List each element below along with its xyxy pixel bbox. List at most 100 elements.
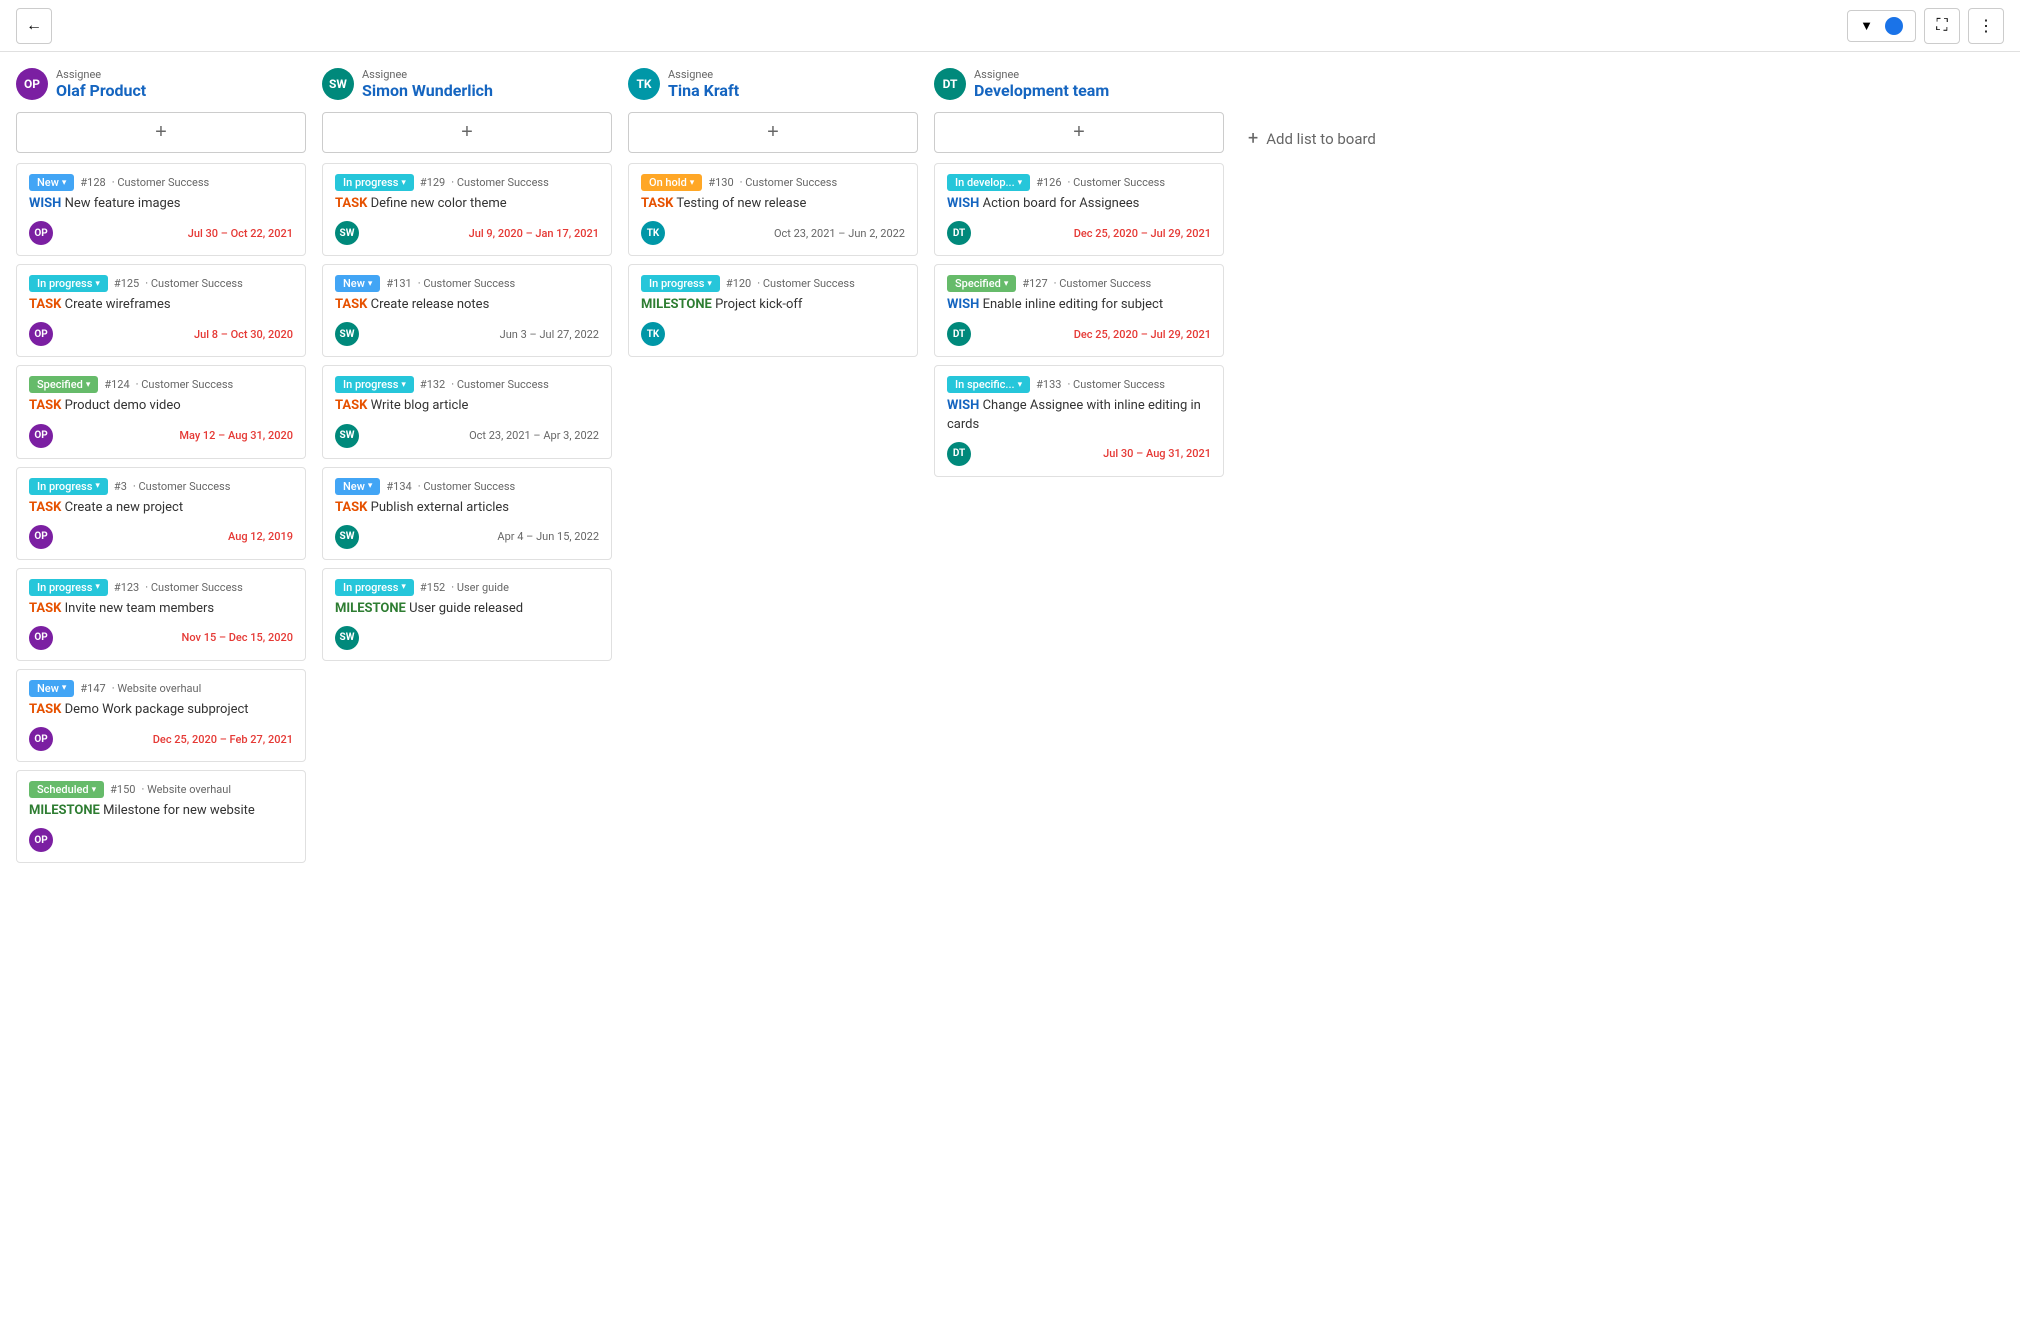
card-type: MILESTONE bbox=[641, 297, 712, 312]
card-number: #133 bbox=[1036, 378, 1061, 391]
assignee-info: Assignee Olaf Product bbox=[56, 68, 146, 100]
fullscreen-button[interactable]: ⛶ bbox=[1924, 8, 1960, 44]
card-avatar: OP bbox=[29, 322, 53, 346]
task-card[interactable]: In develop... ▾ #126 · Customer Success … bbox=[934, 163, 1224, 256]
card-type: TASK bbox=[29, 500, 61, 515]
card-meta: In progress ▾ #152 · User guide bbox=[335, 579, 599, 596]
card-avatar: DT bbox=[947, 221, 971, 245]
add-card-button[interactable]: + bbox=[934, 112, 1224, 153]
card-meta: In develop... ▾ #126 · Customer Success bbox=[947, 174, 1211, 191]
task-card[interactable]: On hold ▾ #130 · Customer Success TASK T… bbox=[628, 163, 918, 256]
card-meta: Specified ▾ #127 · Customer Success bbox=[947, 275, 1211, 292]
task-card[interactable]: New ▾ #147 · Website overhaul TASK Demo … bbox=[16, 669, 306, 762]
status-badge[interactable]: In progress ▾ bbox=[335, 376, 414, 393]
status-badge[interactable]: Specified ▾ bbox=[29, 376, 98, 393]
add-card-button[interactable]: + bbox=[628, 112, 918, 153]
status-badge[interactable]: In progress ▾ bbox=[335, 174, 414, 191]
assignee-info: Assignee Development team bbox=[974, 68, 1109, 100]
assignee-info: Assignee Tina Kraft bbox=[668, 68, 739, 100]
task-card[interactable]: Scheduled ▾ #150 · Website overhaul MILE… bbox=[16, 770, 306, 863]
card-dates: Jul 8 – Oct 30, 2020 bbox=[194, 328, 293, 341]
status-badge[interactable]: In specific... ▾ bbox=[947, 376, 1030, 393]
card-number: #150 bbox=[110, 783, 135, 796]
card-footer: SW bbox=[335, 626, 599, 650]
card-dates: Dec 25, 2020 – Feb 27, 2021 bbox=[153, 733, 293, 746]
card-type: MILESTONE bbox=[335, 601, 406, 616]
task-card[interactable]: In progress ▾ #120 · Customer Success MI… bbox=[628, 264, 918, 357]
task-card[interactable]: Specified ▾ #124 · Customer Success TASK… bbox=[16, 365, 306, 458]
task-card[interactable]: In progress ▾ #125 · Customer Success TA… bbox=[16, 264, 306, 357]
status-badge[interactable]: In progress ▾ bbox=[335, 579, 414, 596]
card-meta: On hold ▾ #130 · Customer Success bbox=[641, 174, 905, 191]
dropdown-arrow-icon: ▾ bbox=[707, 279, 712, 289]
add-list-button[interactable]: + Add list to board bbox=[1240, 120, 1384, 157]
card-footer: OP Nov 15 – Dec 15, 2020 bbox=[29, 626, 293, 650]
status-badge[interactable]: In progress ▾ bbox=[29, 478, 108, 495]
card-type: TASK bbox=[29, 601, 61, 616]
card-avatar: TK bbox=[641, 322, 665, 346]
assignee-label: Assignee bbox=[56, 68, 146, 81]
status-badge[interactable]: In develop... ▾ bbox=[947, 174, 1030, 191]
status-badge[interactable]: In progress ▾ bbox=[29, 275, 108, 292]
card-footer: SW Jul 9, 2020 – Jan 17, 2021 bbox=[335, 221, 599, 245]
task-card[interactable]: New ▾ #134 · Customer Success TASK Publi… bbox=[322, 467, 612, 560]
status-badge[interactable]: Specified ▾ bbox=[947, 275, 1016, 292]
status-badge[interactable]: In progress ▾ bbox=[29, 579, 108, 596]
task-card[interactable]: In progress ▾ #132 · Customer Success TA… bbox=[322, 365, 612, 458]
more-button[interactable]: ⋮ bbox=[1968, 8, 2004, 44]
card-title: WISH Change Assignee with inline editing… bbox=[947, 397, 1211, 433]
status-badge[interactable]: New ▾ bbox=[335, 478, 380, 495]
card-number: #126 bbox=[1036, 176, 1061, 189]
task-card[interactable]: In progress ▾ #129 · Customer Success TA… bbox=[322, 163, 612, 256]
task-card[interactable]: New ▾ #128 · Customer Success WISH New f… bbox=[16, 163, 306, 256]
status-badge[interactable]: New ▾ bbox=[29, 680, 74, 697]
task-card[interactable]: New ▾ #131 · Customer Success TASK Creat… bbox=[322, 264, 612, 357]
card-number: #152 bbox=[420, 581, 445, 594]
filter-icon: ▼ bbox=[1860, 18, 1873, 33]
task-card[interactable]: In specific... ▾ #133 · Customer Success… bbox=[934, 365, 1224, 476]
card-avatar: SW bbox=[335, 424, 359, 448]
assignee-info: Assignee Simon Wunderlich bbox=[362, 68, 493, 100]
card-number: #128 bbox=[80, 176, 105, 189]
avatar: DT bbox=[934, 68, 966, 100]
task-card[interactable]: Specified ▾ #127 · Customer Success WISH… bbox=[934, 264, 1224, 357]
card-dates: Apr 4 – Jun 15, 2022 bbox=[497, 530, 599, 543]
status-badge[interactable]: In progress ▾ bbox=[641, 275, 720, 292]
card-avatar: SW bbox=[335, 221, 359, 245]
card-meta: Specified ▾ #124 · Customer Success bbox=[29, 376, 293, 393]
back-button[interactable]: ← bbox=[16, 8, 52, 44]
task-card[interactable]: In progress ▾ #3 · Customer Success TASK… bbox=[16, 467, 306, 560]
card-meta: New ▾ #128 · Customer Success bbox=[29, 174, 293, 191]
status-badge[interactable]: Scheduled ▾ bbox=[29, 781, 104, 798]
card-avatar: DT bbox=[947, 442, 971, 466]
task-card[interactable]: In progress ▾ #152 · User guide MILESTON… bbox=[322, 568, 612, 661]
card-meta: Scheduled ▾ #150 · Website overhaul bbox=[29, 781, 293, 798]
add-card-button[interactable]: + bbox=[16, 112, 306, 153]
filter-button[interactable]: ▼ bbox=[1847, 10, 1916, 42]
card-title: MILESTONE Project kick-off bbox=[641, 296, 905, 314]
card-dates: May 12 – Aug 31, 2020 bbox=[179, 429, 293, 442]
card-dates: Jun 3 – Jul 27, 2022 bbox=[500, 328, 599, 341]
card-number: #132 bbox=[420, 378, 445, 391]
avatar: SW bbox=[322, 68, 354, 100]
card-meta: New ▾ #134 · Customer Success bbox=[335, 478, 599, 495]
card-number: #124 bbox=[104, 378, 129, 391]
card-footer: OP Dec 25, 2020 – Feb 27, 2021 bbox=[29, 727, 293, 751]
assignee-label: Assignee bbox=[362, 68, 493, 81]
status-badge[interactable]: On hold ▾ bbox=[641, 174, 702, 191]
card-footer: TK Oct 23, 2021 – Jun 2, 2022 bbox=[641, 221, 905, 245]
card-type: WISH bbox=[947, 398, 979, 413]
card-number: #3 bbox=[114, 480, 127, 493]
task-card[interactable]: In progress ▾ #123 · Customer Success TA… bbox=[16, 568, 306, 661]
card-type: MILESTONE bbox=[29, 803, 100, 818]
card-avatar: OP bbox=[29, 727, 53, 751]
board: OP Assignee Olaf Product + New ▾ #128 · … bbox=[0, 52, 2020, 1336]
status-badge[interactable]: New ▾ bbox=[335, 275, 380, 292]
status-badge[interactable]: New ▾ bbox=[29, 174, 74, 191]
column-header: OP Assignee Olaf Product bbox=[16, 68, 306, 100]
card-project: · User guide bbox=[451, 581, 509, 594]
add-card-button[interactable]: + bbox=[322, 112, 612, 153]
dropdown-arrow-icon: ▾ bbox=[1018, 178, 1023, 188]
card-title: WISH Enable inline editing for subject bbox=[947, 296, 1211, 314]
card-project: · Customer Success bbox=[451, 378, 549, 391]
